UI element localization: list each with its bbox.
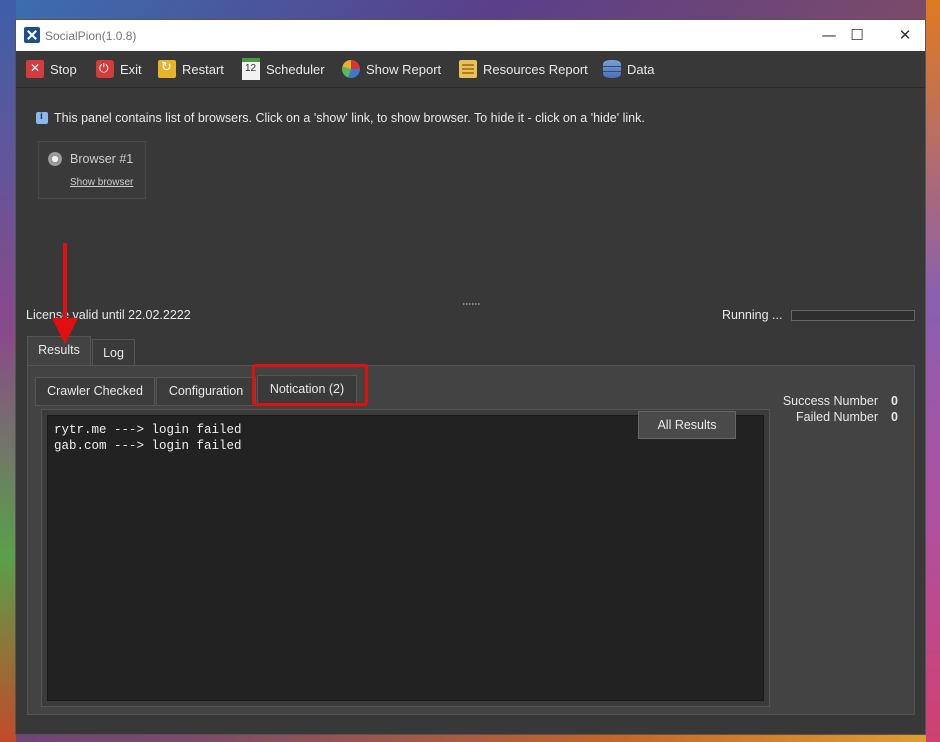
- success-value: 0: [891, 394, 898, 408]
- console-line: gab.com ---> login failed: [54, 439, 242, 453]
- info-text: This panel contains list of browsers. Cl…: [54, 111, 645, 125]
- success-label: Success Number: [782, 394, 878, 408]
- panel-splitter-handle[interactable]: [463, 303, 481, 305]
- toolbar: Stop Exit Restart Scheduler Show Report …: [16, 51, 925, 88]
- browser-panel-info: This panel contains list of browsers. Cl…: [36, 111, 645, 125]
- browser-card: Browser #1 Show browser: [38, 141, 146, 199]
- desktop-wallpaper-left: [0, 0, 16, 742]
- restart-button[interactable]: Restart: [158, 59, 224, 79]
- list-icon: [459, 60, 477, 78]
- scheduler-button[interactable]: Scheduler: [242, 58, 325, 80]
- failed-value: 0: [891, 410, 898, 424]
- tab-log[interactable]: Log: [92, 339, 135, 367]
- scheduler-label: Scheduler: [266, 61, 325, 77]
- notification-console[interactable]: rytr.me ---> login failed gab.com ---> l…: [47, 415, 764, 701]
- app-logo-icon: [24, 27, 40, 43]
- annotation-arrow-shaft: [63, 243, 67, 323]
- show-browser-link[interactable]: Show browser: [70, 177, 133, 188]
- tab-configuration[interactable]: Configuration: [156, 377, 256, 406]
- failed-label: Failed Number: [796, 410, 878, 424]
- annotation-arrow-icon: [52, 318, 78, 344]
- data-label: Data: [627, 61, 655, 77]
- desktop-wallpaper-right: [926, 0, 940, 742]
- power-icon: [96, 60, 114, 78]
- browser-name: Browser #1: [70, 152, 134, 166]
- stop-label: Stop: [50, 61, 77, 77]
- license-status: License valid until 22.02.2222: [26, 308, 191, 322]
- failed-row: Failed Number 0: [783, 409, 898, 425]
- tab-crawler-checked[interactable]: Crawler Checked: [35, 377, 155, 406]
- title-bar: SocialPion(1.0.8) — ☐ ✕: [16, 20, 925, 51]
- exit-label: Exit: [120, 61, 142, 77]
- close-icon[interactable]: ✕: [882, 20, 928, 51]
- annotation-highlight-box: [252, 364, 368, 406]
- show-report-label: Show Report: [366, 61, 442, 77]
- running-status: Running ...: [722, 308, 783, 322]
- restart-icon: [158, 60, 176, 78]
- all-results-button[interactable]: All Results: [638, 411, 736, 439]
- app-window: SocialPion(1.0.8) — ☐ ✕ Stop Exit Restar…: [15, 19, 926, 735]
- calendar-icon: [242, 58, 260, 80]
- data-button[interactable]: Data: [603, 59, 654, 79]
- restart-label: Restart: [182, 61, 224, 77]
- resources-report-label: Resources Report: [483, 61, 588, 77]
- results-panel: Crawler Checked Configuration Notication…: [27, 365, 915, 715]
- show-report-button[interactable]: Show Report: [342, 59, 441, 79]
- stop-button[interactable]: Stop: [26, 59, 77, 79]
- database-icon: [603, 60, 621, 78]
- success-row: Success Number 0: [783, 393, 898, 409]
- stop-icon: [26, 60, 44, 78]
- progress-bar: [791, 310, 915, 321]
- console-frame: rytr.me ---> login failed gab.com ---> l…: [41, 409, 770, 707]
- window-title: SocialPion(1.0.8): [45, 29, 137, 43]
- maximize-icon[interactable]: ☐: [834, 20, 880, 51]
- pie-chart-icon: [342, 60, 360, 78]
- resources-report-button[interactable]: Resources Report: [459, 59, 588, 79]
- info-icon: [36, 111, 48, 124]
- stats-panel: Success Number 0 Failed Number 0: [783, 393, 898, 425]
- browser-icon: [48, 152, 62, 166]
- exit-button[interactable]: Exit: [96, 59, 142, 79]
